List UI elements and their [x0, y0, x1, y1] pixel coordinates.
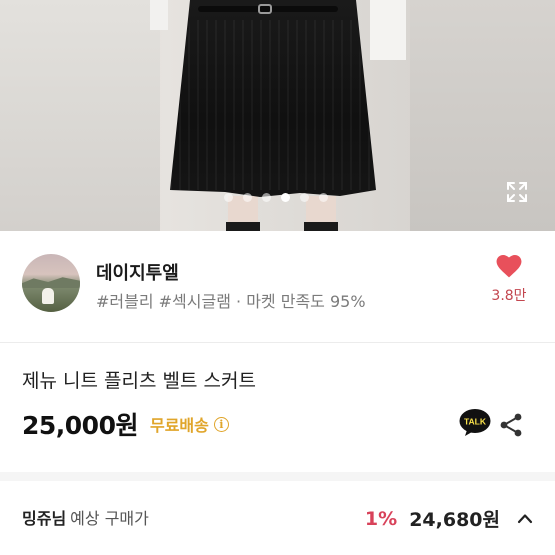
product-title: 제뉴 니트 플리츠 벨트 스커트	[22, 370, 256, 392]
info-icon[interactable]: i	[213, 416, 229, 432]
seller-info[interactable]: 데이지투엘 #러블리 #섹시글램 · 마켓 만족도 95% 3.8만	[22, 254, 534, 316]
carousel-dot[interactable]	[224, 193, 233, 202]
heart-icon	[496, 254, 522, 278]
seller-tags: #러블리 #섹시글램 · 마켓 만족도 95%	[96, 292, 366, 311]
discount-percent: 1%	[364, 507, 398, 530]
carousel-indicator	[224, 193, 328, 202]
product-price: 25,000원	[22, 411, 138, 440]
avatar[interactable]	[22, 254, 80, 312]
estimated-price-row[interactable]: 밍쥬님 예상 구매가 1% 24,680원	[22, 505, 534, 535]
like-button[interactable]: 3.8만	[484, 254, 534, 305]
seller-name[interactable]: 데이지투엘	[96, 259, 179, 285]
chevron-up-icon[interactable]	[516, 510, 534, 528]
talk-label: TALK	[464, 417, 487, 427]
like-count: 3.8만	[491, 288, 527, 304]
carousel-dot[interactable]	[243, 193, 252, 202]
estimated-price: 24,680원	[409, 509, 500, 531]
share-icon[interactable]	[498, 412, 524, 438]
carousel-dot[interactable]	[262, 193, 271, 202]
free-shipping-badge: 무료배송	[149, 416, 209, 435]
price-row: 25,000원 무료배송 i	[22, 406, 229, 442]
carousel-dot-active[interactable]	[281, 193, 290, 202]
buyer-name: 밍쥬님	[22, 509, 67, 528]
estimated-price-label: 예상 구매가	[70, 509, 149, 528]
product-image[interactable]	[0, 0, 555, 231]
carousel-dot[interactable]	[300, 193, 309, 202]
section-divider	[0, 472, 555, 481]
carousel-dot[interactable]	[319, 193, 328, 202]
expand-icon[interactable]	[505, 180, 529, 204]
kakao-talk-icon[interactable]: TALK	[458, 408, 492, 438]
divider	[0, 342, 555, 343]
